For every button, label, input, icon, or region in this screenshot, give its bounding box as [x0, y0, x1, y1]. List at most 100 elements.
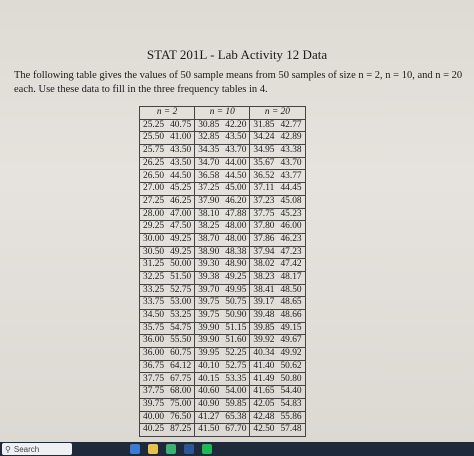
table-header-row: n = 2n = 10 n = 20: [138, 106, 306, 120]
table-cell: 31.25: [139, 258, 168, 272]
table-cell: 39.48: [249, 309, 278, 323]
table-cell: 39.90: [194, 334, 223, 349]
table-cell: 37.80: [249, 220, 278, 234]
table-cell: 46.25: [167, 194, 196, 209]
app-icon[interactable]: [166, 444, 176, 454]
table-cell: 39.30: [194, 258, 223, 272]
table-cell: 25.75: [139, 144, 168, 158]
app-icon[interactable]: [184, 444, 194, 454]
table-cell: 53.35: [222, 372, 251, 387]
table-row: 39.75 75.00 40.90 59.85 42.05 54.83: [139, 397, 306, 412]
table-row: 35.75 54.75 39.90 51.15 39.85 49.15: [139, 321, 306, 336]
table-cell: 40.90: [194, 397, 223, 412]
app-icon[interactable]: [148, 444, 158, 454]
table-cell: 37.86: [249, 232, 278, 247]
table-cell: 43.70: [277, 156, 306, 171]
table-cell: 40.10: [194, 359, 223, 374]
table-cell: 47.00: [167, 207, 196, 222]
app-icon[interactable]: [130, 444, 140, 454]
table-body: 25.25 40.75 30.85 42.20 31.85 42.77 25.50 41.00…: [139, 118, 306, 437]
table-cell: 34.24: [249, 131, 278, 146]
table-cell: 39.75: [194, 309, 223, 323]
table-cell: 55.50: [167, 334, 196, 349]
table-cell: 43.77: [277, 169, 306, 184]
table-cell: 36.52: [249, 169, 278, 184]
table-cell: 25.50: [139, 131, 168, 146]
column-header: n = 20: [249, 106, 306, 120]
table-cell: 40.34: [249, 347, 278, 361]
table-cell: 38.23: [249, 270, 278, 285]
table-cell: 67.75: [167, 372, 196, 387]
table-cell: 49.67: [277, 334, 306, 349]
table-cell: 39.95: [194, 347, 223, 361]
app-icon[interactable]: [202, 444, 212, 454]
table-cell: 48.00: [222, 220, 251, 234]
table-cell: 65.38: [222, 410, 251, 425]
table-cell: 41.40: [249, 359, 278, 374]
table-cell: 76.50: [167, 410, 196, 425]
document-page: STAT 201L - Lab Activity 12 Data The fol…: [0, 0, 474, 442]
table-cell: 34.95: [249, 144, 278, 158]
taskbar-search[interactable]: ⚲ Search: [2, 443, 72, 455]
table-cell: 37.23: [249, 194, 278, 209]
table-row: 32.25 51.50 39.38 49.25 38.23 48.17: [139, 270, 306, 285]
table-row: 31.25 50.00 39.30 48.90 38.02 47.42: [139, 258, 306, 272]
table-row: 28.00 47.00 38.10 47.88 37.75 45.23: [139, 207, 306, 222]
table-cell: 42.89: [277, 131, 306, 146]
table-cell: 39.38: [194, 270, 223, 285]
table-cell: 59.85: [222, 397, 251, 412]
table-cell: 34.35: [194, 144, 223, 158]
table-cell: 49.92: [277, 347, 306, 361]
table-cell: 45.23: [277, 207, 306, 222]
table-row: 26.50 44.50 36.58 44.50 36.52 43.77: [139, 169, 306, 184]
table-row: 40.25 87.25 41.50 67.70 42.50 57.48: [139, 423, 306, 437]
table-cell: 42.48: [249, 410, 278, 425]
table-cell: 50.75: [222, 296, 251, 310]
table-cell: 49.95: [222, 283, 251, 298]
column-header: n = 10: [194, 106, 251, 120]
table-cell: 52.75: [167, 283, 196, 298]
table-cell: 47.50: [167, 220, 196, 234]
table-cell: 43.50: [167, 144, 196, 158]
table-cell: 54.83: [277, 397, 306, 412]
table-cell: 64.12: [167, 359, 196, 374]
table-cell: 40.25: [139, 423, 168, 437]
table-row: 27.25 46.25 37.90 46.20 37.23 45.08: [139, 194, 306, 209]
table-cell: 54.75: [167, 321, 196, 336]
table-cell: 38.70: [194, 232, 223, 247]
table-cell: 49.25: [167, 245, 196, 260]
search-icon: ⚲: [5, 444, 11, 454]
table-cell: 55.86: [277, 410, 306, 425]
table-cell: 37.94: [249, 245, 278, 260]
table-cell: 54.00: [222, 385, 251, 399]
table-cell: 44.45: [277, 182, 306, 196]
table-cell: 32.25: [139, 270, 168, 285]
table-cell: 48.65: [277, 296, 306, 310]
table-cell: 41.65: [249, 385, 278, 399]
table-cell: 52.75: [222, 359, 251, 374]
table-cell: 37.11: [249, 182, 278, 196]
table-cell: 51.60: [222, 334, 251, 349]
table-cell: 47.42: [277, 258, 306, 272]
table-cell: 37.75: [249, 207, 278, 222]
table-cell: 38.25: [194, 220, 223, 234]
table-row: 26.25 43.50 34.70 44.00 35.67 43.70: [139, 156, 306, 171]
table-row: 27.00 45.25 37.25 45.00 37.11 44.45: [139, 182, 306, 196]
table-cell: 37.75: [139, 385, 168, 399]
table-cell: 43.50: [222, 131, 251, 146]
table-cell: 43.50: [167, 156, 196, 171]
table-cell: 48.90: [222, 258, 251, 272]
table-cell: 38.02: [249, 258, 278, 272]
table-cell: 48.17: [277, 270, 306, 285]
taskbar: ⚲ Search: [0, 442, 474, 456]
table-cell: 48.38: [222, 245, 251, 260]
table-cell: 46.23: [277, 232, 306, 247]
table-cell: 36.00: [139, 334, 168, 349]
table-cell: 36.75: [139, 359, 168, 374]
table-row: 33.25 52.75 39.70 49.95 38.41 48.50: [139, 283, 306, 298]
table-row: 37.75 67.75 40.15 53.35 41.49 50.80: [139, 372, 306, 387]
table-cell: 45.08: [277, 194, 306, 209]
table-cell: 36.58: [194, 169, 223, 184]
table-cell: 39.75: [194, 296, 223, 310]
table-cell: 44.50: [167, 169, 196, 184]
